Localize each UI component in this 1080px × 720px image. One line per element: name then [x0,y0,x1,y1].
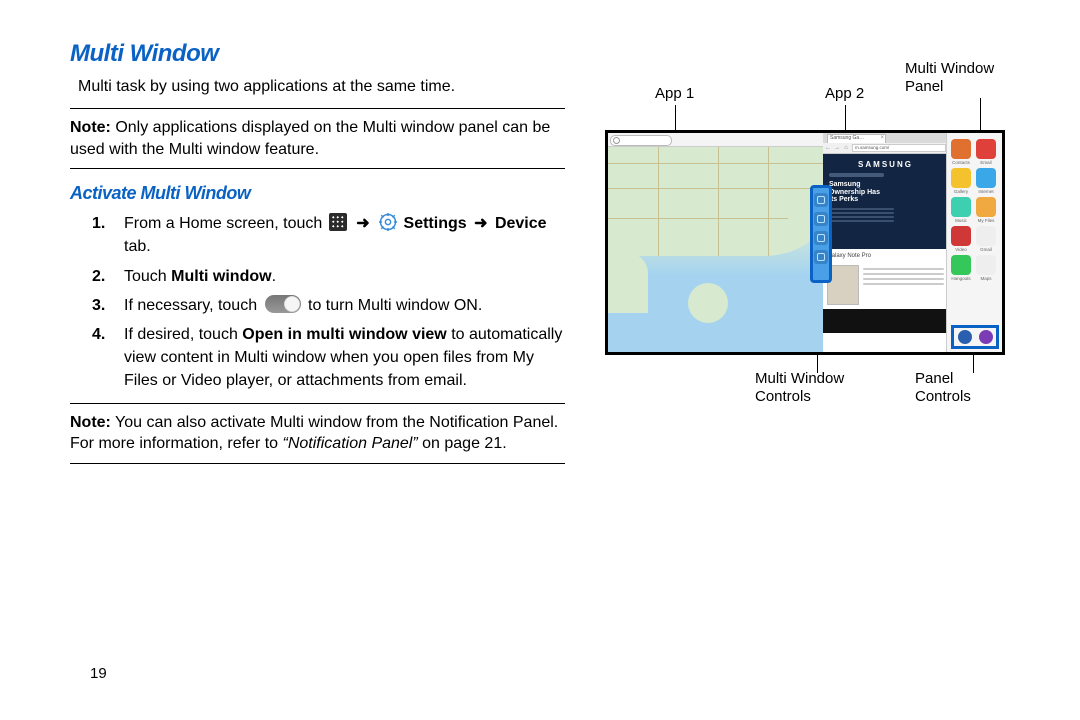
app-label: Gmail [975,247,997,252]
app-icon [951,168,971,188]
panel-app: Gallery [950,168,972,194]
device-illustration: Samsung Ga…× ← → ⌂ m.samsung.com/ SAMSUN… [605,130,1005,355]
map-search [610,135,672,146]
step-1: 1. From a Home screen, touch ➜ Settings … [70,212,565,258]
page-number: 19 [90,665,107,682]
mw-control-btn [814,231,828,245]
cross-reference: “Notification Panel” [283,435,418,452]
card-title: Galaxy Note Pro [827,253,944,259]
diagram-area: App 1 App 2 Multi WindowPanel Samsung Ga… [595,40,1025,470]
arrow-icon: ➜ [474,215,487,232]
app-label: Email [975,160,997,165]
forward-icon: → [834,145,840,151]
panel-app: Video [950,226,972,252]
app-icon [951,197,971,217]
note-body: Only applications displayed on the Multi… [70,119,550,158]
subsection-title: Activate Multi Window [70,183,565,204]
url-bar: m.samsung.com/ [852,144,946,152]
panel-app: Maps [975,255,997,281]
panel-app: Hangouts [950,255,972,281]
app-icon [976,255,996,275]
step-2: 2. Touch Multi window. [70,265,565,288]
app-label: Video [950,247,972,252]
step-3: 3. If necessary, touch to turn Multi win… [70,294,565,317]
mw-control-btn [814,250,828,264]
app-label: Contacts [950,160,972,165]
callout-app1: App 1 [655,85,694,103]
app-icon [951,255,971,275]
panel-app: Music [950,197,972,223]
close-icon: × [880,135,884,142]
home-icon: ⌂ [843,145,849,151]
toggle-icon [265,295,301,313]
mw-control-btn [814,212,828,226]
device-tab-label: Device [495,215,547,232]
app-icon [976,226,996,246]
apps-icon [329,213,347,231]
note-block-2: Note: You can also activate Multi window… [70,403,565,464]
intro-text: Multi task by using two applications at … [78,78,565,96]
brand-logo: SAMSUNG [829,160,942,169]
panel-controls [951,325,999,349]
panel-app: Email [975,139,997,165]
settings-icon [379,213,397,231]
callout-mw-panel: Multi WindowPanel [905,60,994,96]
mw-controls [810,185,832,283]
app-label: Maps [975,276,997,281]
app-label: Hangouts [950,276,972,281]
mw-panel: ContactsEmail GalleryInternet MusicMy File… [946,133,1002,352]
note-block-1: Note: Only applications displayed on the… [70,108,565,169]
panel-app: Gmail [975,226,997,252]
app-label: My Files [975,218,997,223]
arrow-icon: ➜ [356,215,369,232]
panel-app: My Files [975,197,997,223]
mw-control-btn [814,193,828,207]
app-label: Music [950,218,972,223]
note-label: Note: [70,414,111,431]
note-label: Note: [70,119,111,136]
promo-banner [823,309,948,333]
app-icon [951,226,971,246]
app2-browser: Samsung Ga…× ← → ⌂ m.samsung.com/ SAMSUN… [823,133,948,352]
app-icon [976,139,996,159]
panel-app: Internet [975,168,997,194]
callout-mw-controls: Multi WindowControls [755,370,844,406]
app-icon [951,139,971,159]
step-4: 4. If desired, touch Open in multi windo… [70,323,565,393]
panel-app: Contacts [950,139,972,165]
app-label: Internet [975,189,997,194]
app-icon [976,197,996,217]
app-label: Gallery [950,189,972,194]
browser-tab: Samsung Ga…× [827,134,886,143]
callout-panel-controls: PanelControls [915,370,971,406]
callout-app2: App 2 [825,85,864,103]
app1-map [608,133,823,352]
help-icon [979,330,993,344]
edit-icon [958,330,972,344]
back-icon: ← [825,145,831,151]
app-icon [976,168,996,188]
section-title: Multi Window [70,40,565,68]
